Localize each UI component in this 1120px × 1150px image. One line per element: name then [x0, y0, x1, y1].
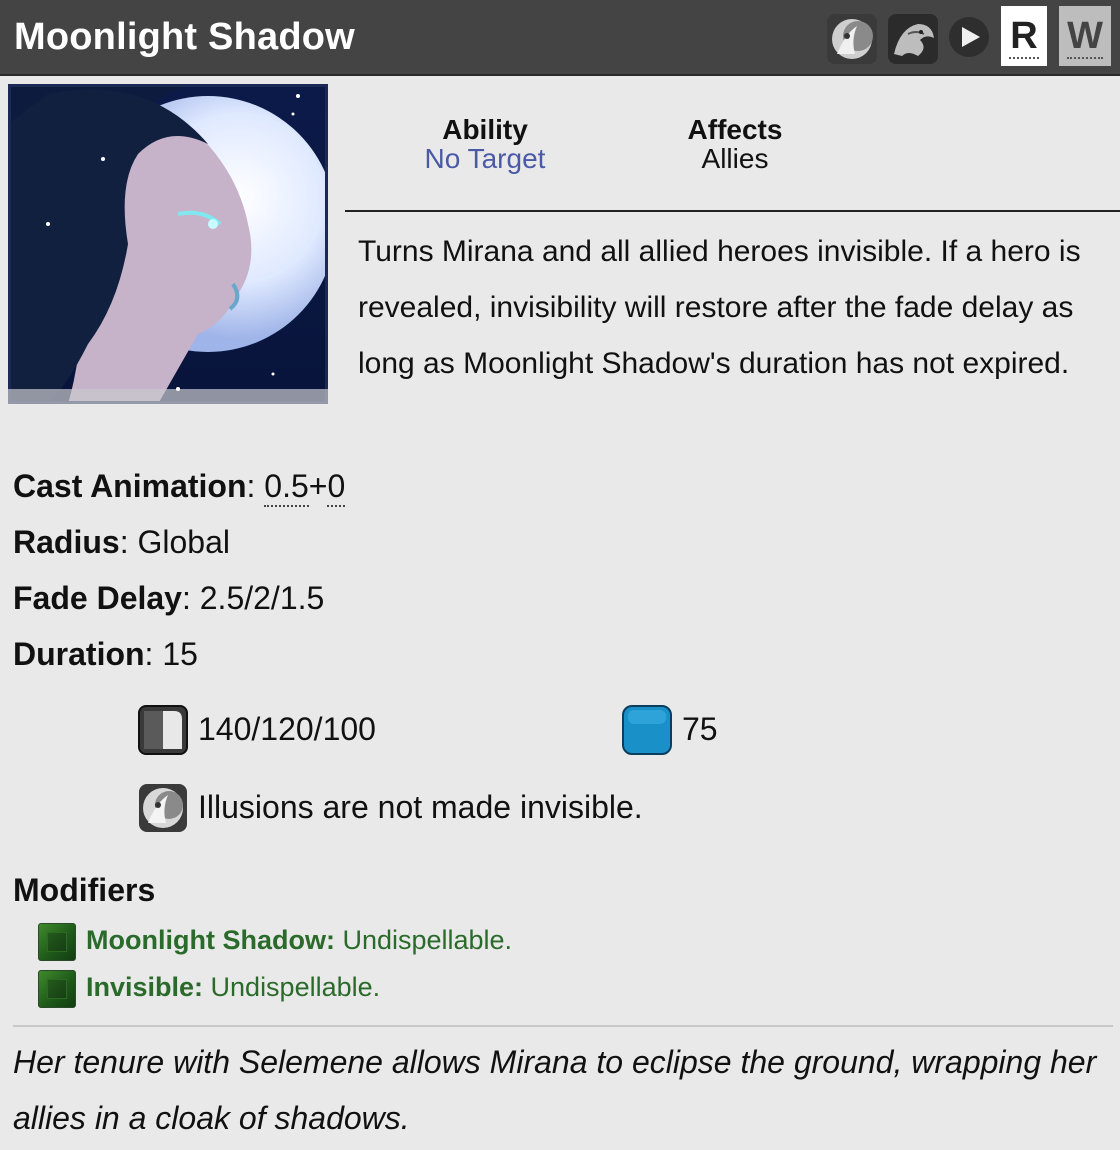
ability-type-value[interactable]: No Target — [405, 143, 565, 175]
ability-portrait — [8, 84, 328, 404]
hotkey-w-badge[interactable]: W — [1059, 6, 1111, 66]
stat-label: Fade Delay — [13, 580, 182, 616]
ability-title: Moonlight Shadow — [14, 16, 355, 58]
ability-description: Turns Mirana and all allied heroes invis… — [358, 235, 1081, 380]
mirana-note-icon — [138, 783, 188, 833]
stat-label: Radius — [13, 524, 120, 560]
affects-value: Allies — [701, 143, 769, 174]
stat-value: 15 — [162, 636, 198, 672]
hotkey-r-badge[interactable]: R — [1001, 6, 1047, 66]
modifier-invisible: Invisible: Undispellable. — [38, 970, 380, 1008]
cast-plus: + — [308, 468, 328, 504]
stat-colon: : — [144, 636, 154, 672]
stat-radius: Radius: Global — [13, 522, 230, 562]
play-sound-button[interactable] — [949, 17, 989, 57]
stat-label: Cast Animation — [13, 468, 247, 504]
stat-colon: : — [119, 524, 129, 560]
modifiers-heading: Modifiers — [13, 872, 156, 908]
cooldown-value: 140/120/100 — [198, 711, 376, 747]
ability-header: Moonlight Shadow R W — [0, 0, 1120, 76]
ability-note: Illusions are not made invisible. — [198, 789, 643, 825]
stat-cast-animation: Cast Animation: 0.5+0 — [13, 466, 346, 507]
cast-point-value[interactable]: 0.5 — [264, 468, 309, 507]
modifier-name: Invisible: — [86, 972, 204, 1003]
play-icon — [962, 27, 980, 47]
modifier-name: Moonlight Shadow: — [86, 925, 335, 956]
stat-colon: : — [246, 468, 256, 504]
affects-label: Affects — [687, 114, 783, 145]
modifier-moonlight-shadow: Moonlight Shadow: Undispellable. — [38, 923, 512, 961]
cast-backswing-value[interactable]: 0 — [327, 468, 346, 507]
buff-icon — [38, 970, 76, 1008]
modifier-desc: Undispellable. — [334, 925, 513, 956]
sagan-icon[interactable] — [888, 14, 938, 64]
stat-colon: : — [181, 580, 191, 616]
cooldown-icon — [138, 705, 188, 755]
ability-lore: Her tenure with Selemene allows Mirana t… — [13, 1044, 1097, 1136]
hotkey-w-underline — [1067, 57, 1103, 59]
mana-value: 75 — [682, 711, 718, 747]
stat-label: Duration — [13, 636, 145, 672]
stat-fade-delay: Fade Delay: 2.5/2/1.5 — [13, 578, 324, 618]
ability-type-label: Ability — [442, 114, 528, 145]
info-divider — [345, 210, 1120, 212]
stat-value: Global — [137, 524, 230, 560]
mirana-icon[interactable] — [827, 14, 877, 64]
hotkey-r-label: R — [1010, 15, 1038, 57]
stat-duration: Duration: 15 — [13, 634, 198, 674]
lore-divider — [13, 1025, 1113, 1027]
buff-icon — [38, 923, 76, 961]
stat-value: 2.5/2/1.5 — [199, 580, 325, 616]
modifier-desc: Undispellable. — [203, 972, 381, 1003]
mana-icon — [622, 705, 672, 755]
hotkey-w-label: W — [1067, 15, 1103, 57]
hotkey-r-underline — [1009, 57, 1039, 59]
